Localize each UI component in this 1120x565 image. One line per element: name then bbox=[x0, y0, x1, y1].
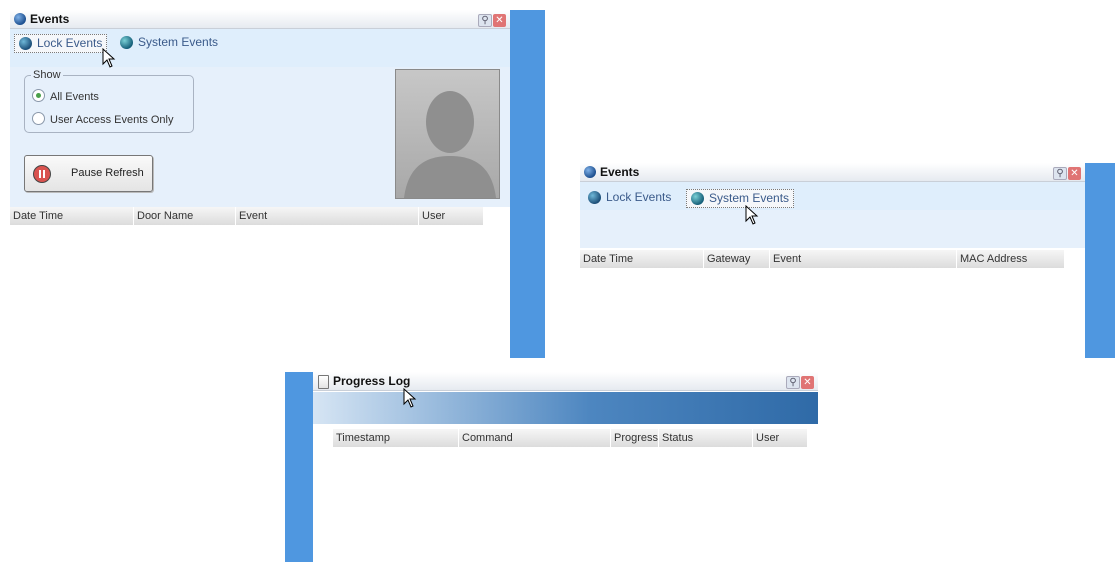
column-header[interactable]: Event bbox=[770, 250, 957, 268]
system-grid-body bbox=[580, 268, 1085, 358]
window-title: Progress Log bbox=[333, 374, 411, 388]
window-title: Events bbox=[600, 165, 640, 179]
pin-icon[interactable]: ⚲ bbox=[1053, 167, 1067, 180]
lock-events-icon bbox=[19, 37, 32, 50]
column-header[interactable]: User bbox=[419, 207, 484, 225]
window-titlebar[interactable]: Events ⚲ ✕ bbox=[10, 10, 510, 29]
events-grid-header: Date Time Door Name Event User bbox=[10, 207, 484, 225]
radio-all-events[interactable]: All Events bbox=[32, 89, 99, 104]
window-title: Events bbox=[30, 12, 70, 26]
system-grid-header: Date Time Gateway Event MAC Address bbox=[580, 250, 1065, 268]
events-window-system: Events ⚲ ✕ Lock Events System Events Date… bbox=[580, 163, 1085, 358]
show-legend: Show bbox=[33, 69, 61, 81]
column-header[interactable]: Date Time bbox=[10, 207, 134, 225]
progress-band bbox=[313, 392, 818, 424]
close-icon[interactable]: ✕ bbox=[801, 376, 814, 389]
tab-label: System Events bbox=[709, 191, 790, 205]
radio-user-access-only[interactable]: User Access Events Only bbox=[32, 112, 174, 127]
column-header[interactable]: User bbox=[753, 429, 808, 447]
radio-unchecked-icon bbox=[32, 112, 45, 125]
globe-icon bbox=[584, 166, 596, 178]
window-titlebar[interactable]: Progress Log ⚲ ✕ bbox=[313, 372, 818, 391]
user-photo bbox=[395, 69, 500, 199]
side-bar-blue bbox=[285, 372, 313, 562]
side-bar-blue bbox=[1085, 163, 1115, 358]
tab-lock-events[interactable]: Lock Events bbox=[584, 189, 675, 206]
column-header[interactable]: Door Name bbox=[134, 207, 236, 225]
pause-refresh-label: Pause Refresh bbox=[71, 167, 144, 179]
events-grid-body bbox=[10, 225, 505, 358]
pin-icon[interactable]: ⚲ bbox=[786, 376, 800, 389]
column-header[interactable]: Command bbox=[459, 429, 611, 447]
progress-log-window: Progress Log ⚲ ✕ Timestamp Command Progre… bbox=[313, 372, 818, 562]
close-icon[interactable]: ✕ bbox=[1068, 167, 1081, 180]
mouse-cursor-icon bbox=[403, 388, 417, 408]
column-header[interactable]: Status bbox=[659, 429, 753, 447]
globe-icon bbox=[14, 13, 26, 25]
user-silhouette-icon bbox=[404, 91, 496, 198]
column-header[interactable]: MAC Address bbox=[957, 250, 1065, 268]
filter-panel: Show All Events User Access Events Only … bbox=[10, 67, 510, 207]
tab-label: Lock Events bbox=[606, 190, 672, 204]
radio-checked-icon bbox=[32, 89, 45, 102]
mouse-cursor-icon bbox=[102, 48, 116, 68]
side-bar-blue bbox=[510, 10, 545, 358]
system-events-icon bbox=[691, 192, 704, 205]
tab-system-events[interactable]: System Events bbox=[686, 189, 795, 208]
radio-label: All Events bbox=[50, 91, 99, 103]
mouse-cursor-icon bbox=[745, 205, 759, 225]
events-window-lock: Events ⚲ ✕ Lock Events System Events Show… bbox=[10, 10, 510, 358]
tab-strip: Lock Events System Events bbox=[10, 29, 510, 67]
progress-grid-header: Timestamp Command Progress Status User bbox=[333, 429, 808, 447]
lock-events-icon bbox=[588, 191, 601, 204]
system-events-icon bbox=[120, 36, 133, 49]
column-header[interactable]: Progress bbox=[611, 429, 659, 447]
pause-icon bbox=[33, 165, 51, 183]
document-icon bbox=[318, 375, 329, 389]
tab-label: System Events bbox=[138, 35, 219, 49]
pause-refresh-button[interactable]: Pause Refresh bbox=[24, 155, 153, 192]
column-header[interactable]: Timestamp bbox=[333, 429, 459, 447]
tab-lock-events[interactable]: Lock Events bbox=[14, 34, 108, 53]
column-header[interactable]: Event bbox=[236, 207, 419, 225]
radio-label: User Access Events Only bbox=[50, 114, 174, 126]
tab-system-events[interactable]: System Events bbox=[116, 34, 222, 51]
window-titlebar[interactable]: Events ⚲ ✕ bbox=[580, 163, 1085, 182]
close-icon[interactable]: ✕ bbox=[493, 14, 506, 27]
column-header[interactable]: Gateway bbox=[704, 250, 770, 268]
column-header[interactable]: Date Time bbox=[580, 250, 704, 268]
system-panel bbox=[580, 210, 1085, 248]
progress-grid-body bbox=[313, 447, 818, 562]
tab-label: Lock Events bbox=[37, 36, 103, 50]
pin-icon[interactable]: ⚲ bbox=[478, 14, 492, 27]
